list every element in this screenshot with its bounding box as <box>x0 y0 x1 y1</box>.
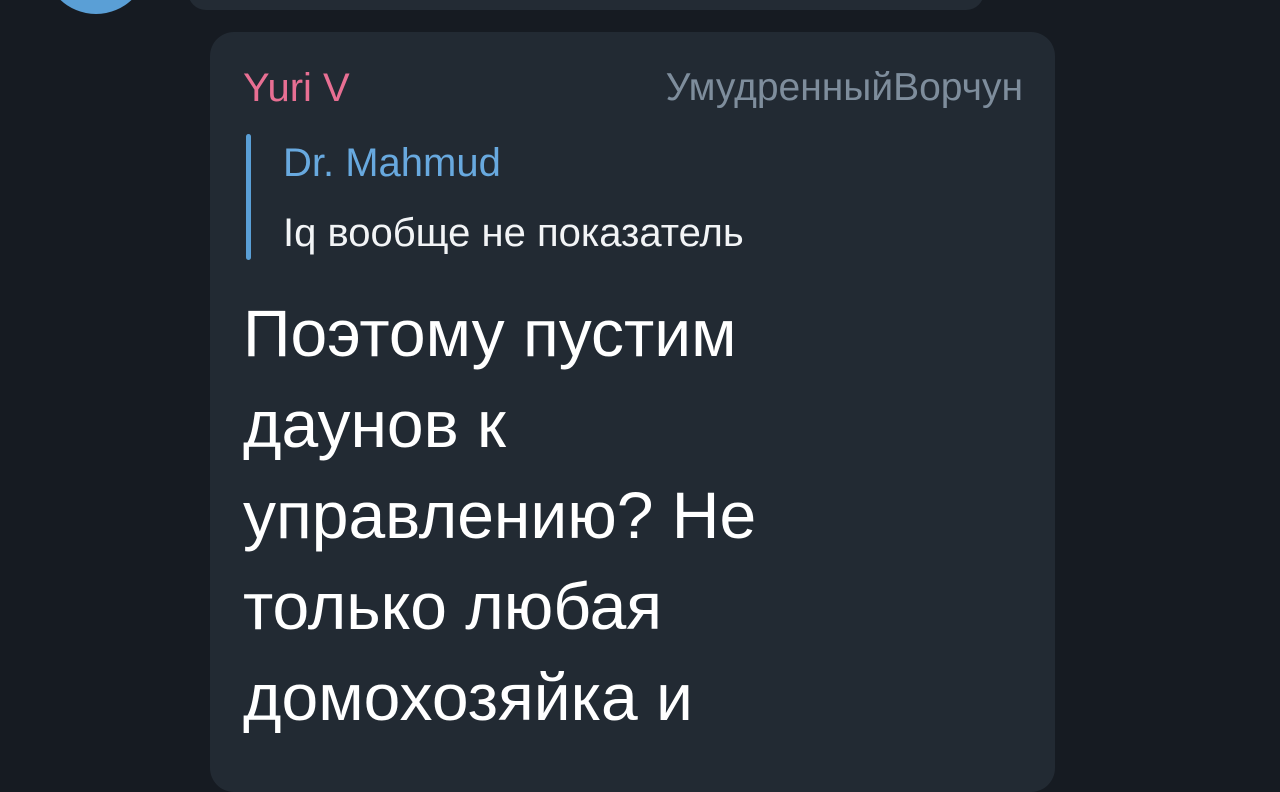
author-title: УмудренныйВорчун <box>665 66 1023 109</box>
reply-text: Iq вообще не показатель <box>283 211 744 255</box>
reply-quote[interactable]: Dr. Mahmud Iq вообще не показатель <box>246 134 946 260</box>
reply-accent-bar <box>246 134 251 260</box>
previous-message-bubble[interactable] <box>188 0 984 10</box>
sender-name[interactable]: Yuri V <box>243 62 350 114</box>
message-text: Поэтому пустим даунов к управлению? Не т… <box>243 296 757 734</box>
avatar[interactable] <box>44 0 148 14</box>
reply-author-name: Dr. Mahmud <box>283 141 501 185</box>
